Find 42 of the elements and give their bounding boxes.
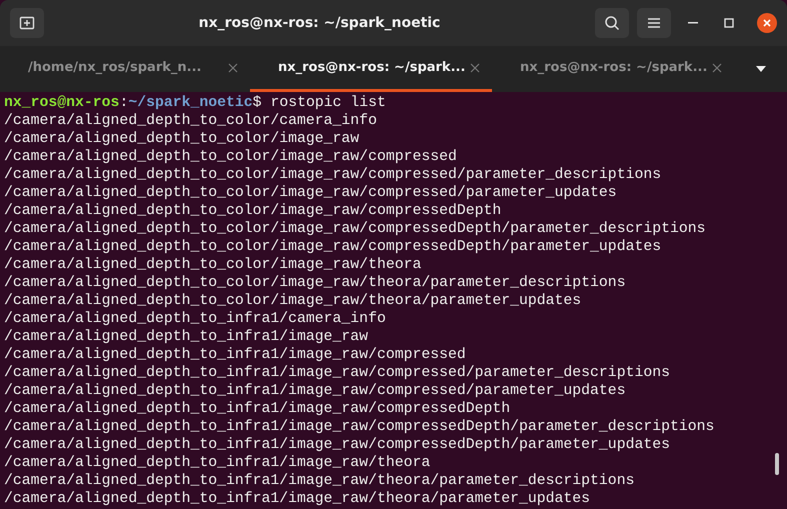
close-button[interactable] — [757, 13, 777, 33]
maximize-icon — [724, 18, 734, 28]
output-line: /camera/aligned_depth_to_infra1/image_raw/compressedDepth — [4, 400, 510, 418]
output-line: /camera/aligned_depth_to_infra1/image_raw/compressed — [4, 346, 466, 364]
output-line: /camera/aligned_depth_to_infra1/image_raw — [4, 328, 368, 346]
output-line: /camera/aligned_depth_to_color/image_raw/compressed/parameter_descriptions — [4, 166, 662, 184]
output-line: /camera/aligned_depth_to_color/image_raw/compressed/parameter_updates — [4, 184, 617, 202]
output-line: /camera/aligned_depth_to_infra1/image_raw/compressed/parameter_updates — [4, 382, 626, 400]
output-line: /camera/aligned_depth_to_infra1/image_raw/compressedDepth/parameter_updates — [4, 436, 670, 454]
prompt-line: nx_ros@nx-ros:~/spark_noetic$ rostopic list — [4, 94, 386, 112]
output-line: /camera/aligned_depth_to_color/image_raw/compressedDepth — [4, 202, 502, 220]
output-line: /camera/aligned_depth_to_color/image_raw/compressed — [4, 148, 457, 166]
new-tab-icon — [19, 15, 35, 31]
output-line: /camera/aligned_depth_to_infra1/camera_info — [4, 310, 386, 328]
output-line: /camera/aligned_depth_to_color/image_raw/theora — [4, 256, 422, 274]
search-button[interactable] — [595, 8, 629, 38]
menu-icon — [647, 17, 661, 29]
output-line: /camera/aligned_depth_to_infra1/image_raw/theora — [4, 454, 430, 472]
output-line: /camera/aligned_depth_to_color/image_raw/theora/parameter_descriptions — [4, 274, 626, 292]
close-tab-icon[interactable] — [470, 62, 480, 72]
output-line: /camera/aligned_depth_to_color/image_raw/compressedDepth/parameter_descriptions — [4, 220, 706, 238]
output-line: /camera/aligned_depth_to_color/image_raw/theora/parameter_updates — [4, 292, 582, 310]
output-line: /camera/aligned_depth_to_infra1/image_raw/theora/parameter_descriptions — [4, 472, 634, 490]
close-tab-icon[interactable] — [712, 62, 722, 72]
terminal-tab[interactable]: nx_ros@nx-ros: ~/spark... — [492, 46, 734, 92]
output-line: /camera/aligned_depth_to_color/image_raw/compressedDepth/parameter_updates — [4, 238, 662, 256]
terminal-tab[interactable]: /home/nx_ros/spark_n... — [0, 46, 250, 92]
search-icon — [604, 15, 620, 31]
terminal-tab[interactable]: nx_ros@nx-ros: ~/spark... — [250, 46, 492, 92]
output-line: /camera/aligned_depth_to_color/camera_info — [4, 112, 377, 130]
new-tab-button[interactable] — [10, 8, 44, 38]
output-line: /camera/aligned_depth_to_color/image_raw — [4, 130, 360, 148]
output-line: /camera/aligned_depth_to_infra1/image_raw/compressed/parameter_descriptions — [4, 364, 670, 382]
scrollbar-thumb[interactable] — [775, 453, 779, 475]
menu-button[interactable] — [637, 8, 671, 38]
output-line: /camera/aligned_depth_to_infra1/image_raw/theora/parameter_updates — [4, 490, 590, 508]
output-line: /camera/aligned_depth_to_infra1/image_raw/compressedDepth/parameter_descriptions — [4, 418, 714, 436]
window-title: nx_ros@nx-ros: ~/spark_noetic — [198, 15, 442, 31]
dropdown-arrow-icon[interactable] — [756, 66, 766, 72]
minimize-icon — [688, 22, 698, 24]
close-icon — [763, 19, 771, 27]
close-tab-icon[interactable] — [228, 62, 238, 72]
